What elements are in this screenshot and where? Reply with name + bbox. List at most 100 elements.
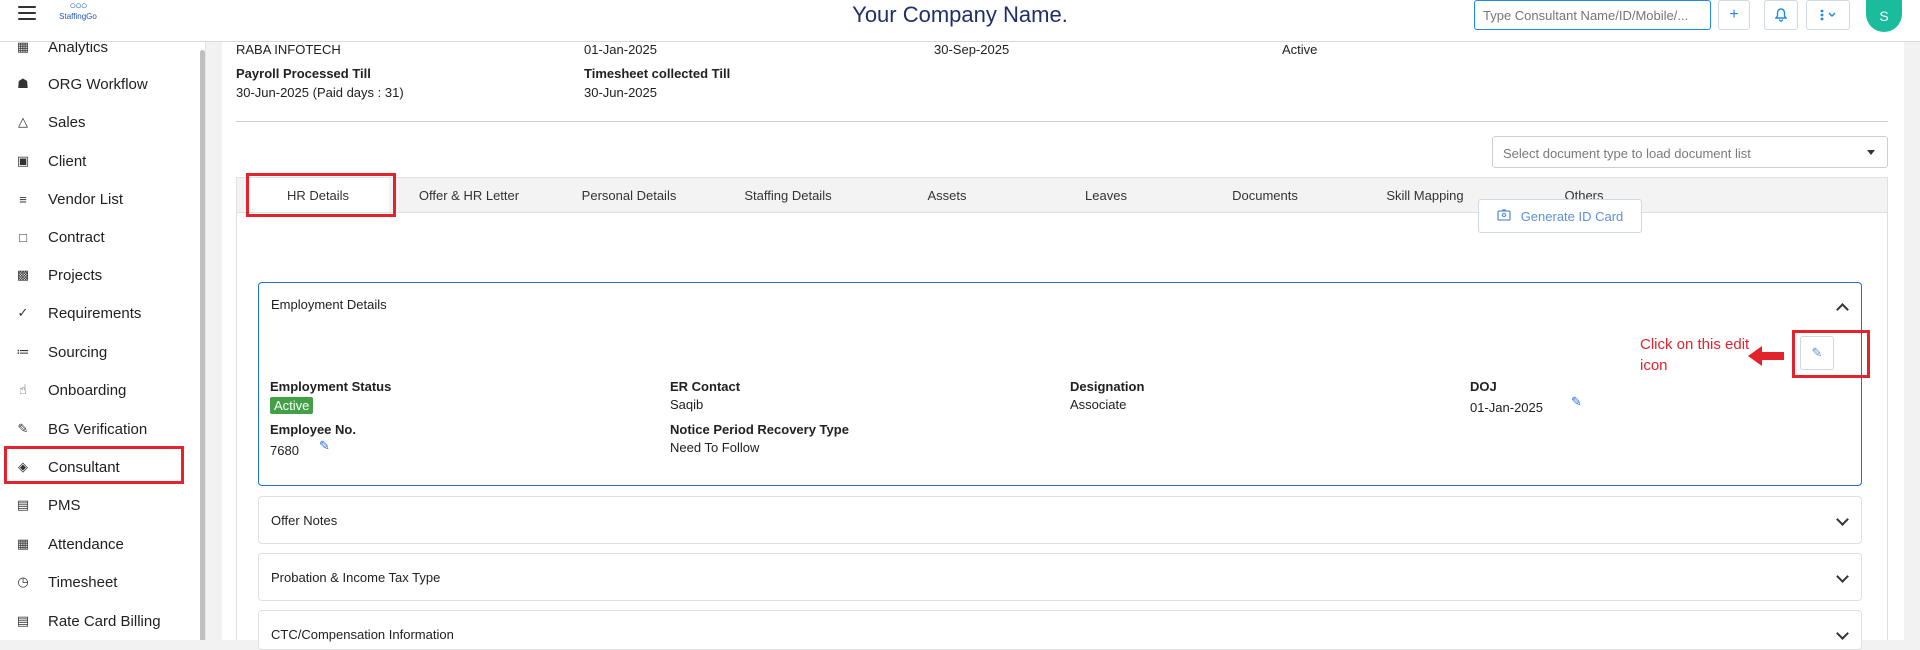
menu-icon[interactable]	[18, 6, 36, 20]
sidebar-item-label: Sales	[48, 113, 86, 131]
sidebar-item-label: BG Verification	[48, 420, 148, 438]
client-icon: ▣	[16, 153, 30, 168]
er-contact-label: ER Contact	[670, 379, 741, 394]
probation-tax-panel[interactable]: Probation & Income Tax Type	[258, 553, 1862, 601]
sidebar-item-label: Sourcing	[48, 343, 108, 361]
sidebar-item-label: Contract	[48, 228, 105, 246]
onboarding-icon: ☝	[19, 382, 27, 397]
tab-documents[interactable]: Documents	[1185, 178, 1345, 212]
sidebar-item-org-workflow[interactable]: ☗ ORG Workflow	[14, 69, 184, 99]
attendance-icon: ▦	[16, 536, 30, 551]
sales-icon: △	[18, 114, 28, 129]
sidebar-item-sales[interactable]: △ Sales	[14, 107, 184, 137]
document-type-placeholder: Select document type to load document li…	[1503, 146, 1751, 161]
sidebar-item-label: Rate Card Billing	[48, 612, 161, 630]
vendor-list-icon: ≡	[19, 191, 27, 207]
annotation-text: Click on this edit icon	[1640, 336, 1750, 374]
designation-label: Designation	[1070, 379, 1145, 394]
sidebar-item-label: Onboarding	[48, 381, 127, 399]
tab-personal-details[interactable]: Personal Details	[549, 178, 709, 212]
sidebar-item-timesheet[interactable]: ◷ Timesheet	[14, 567, 184, 597]
projects-icon: ▩	[16, 267, 30, 282]
sidebar-item-requirements[interactable]: ✓ Requirements	[14, 298, 184, 328]
sidebar-item-label: Requirements	[48, 304, 142, 322]
more-options-icon[interactable]	[1806, 0, 1850, 30]
contract-icon: □	[19, 229, 27, 245]
chevron-down-icon[interactable]	[1836, 570, 1849, 583]
chevron-down-icon[interactable]	[1836, 627, 1849, 640]
document-type-select[interactable]: Select document type to load document li…	[1492, 136, 1888, 168]
pms-icon: ▤	[16, 497, 30, 512]
workflow-icon: ☗	[17, 76, 29, 91]
chevron-up-icon[interactable]	[1836, 303, 1849, 316]
tab-offer-hr-letter[interactable]: Offer & HR Letter	[389, 178, 549, 212]
sidebar-item-label: Client	[48, 152, 87, 170]
user-avatar[interactable]: S	[1866, 0, 1902, 32]
sidebar-item-pms[interactable]: ▤ PMS	[14, 490, 184, 520]
sidebar-item-label: Vendor List	[48, 190, 124, 208]
notice-period-value: Need To Follow	[670, 440, 760, 455]
sidebar-item-projects[interactable]: ▩ Projects	[14, 260, 184, 290]
designation-value: Associate	[1070, 397, 1127, 412]
sidebar: ▦ Analytics ☗ ORG Workflow △ Sales ▣ Client …	[0, 42, 206, 640]
timesheet-icon: ◷	[17, 574, 29, 589]
payroll-label: Payroll Processed Till	[236, 66, 371, 81]
generate-id-card-button[interactable]: Generate ID Card	[1478, 199, 1642, 233]
rate-card-icon: ▤	[16, 613, 30, 628]
er-contact-value: Saqib	[670, 397, 704, 412]
logo[interactable]: ○○○ StaffingGo	[54, 0, 102, 26]
employee-no-value: 7680	[270, 443, 299, 458]
employment-details-title[interactable]: Employment Details	[271, 297, 387, 312]
sidebar-scrollbar[interactable]	[200, 50, 205, 640]
sidebar-item-contract[interactable]: □ Contract	[14, 222, 184, 252]
sourcing-icon: ≔	[16, 344, 30, 359]
edit-employee-no-icon[interactable]: ✎	[319, 438, 330, 454]
highlight-box-edit-icon	[1792, 330, 1870, 378]
analytics-icon: ▦	[16, 42, 30, 54]
ctc-compensation-panel[interactable]: CTC/Compensation Information	[258, 610, 1862, 650]
sidebar-item-analytics[interactable]: ▦ Analytics	[14, 42, 184, 62]
top-bar: ○○○ StaffingGo Your Company Name. + S	[0, 0, 1920, 42]
chevron-down-icon[interactable]	[1836, 513, 1849, 526]
timesheet-value: 30-Jun-2025	[584, 85, 657, 100]
employment-status-label: Employment Status	[270, 379, 392, 394]
highlight-box-consultant	[4, 446, 184, 484]
tab-staffing-details[interactable]: Staffing Details	[709, 178, 867, 212]
start-date: 01-Jan-2025	[584, 42, 657, 57]
sidebar-item-sourcing[interactable]: ≔ Sourcing	[14, 337, 184, 367]
notification-bell-icon[interactable]	[1764, 0, 1798, 30]
status-badge: Active	[270, 397, 314, 414]
sidebar-item-label: Analytics	[48, 42, 109, 56]
status-text: Active	[1282, 42, 1318, 57]
sidebar-item-attendance[interactable]: ▦ Attendance	[14, 529, 184, 559]
sidebar-item-label: ORG Workflow	[48, 75, 148, 93]
offer-notes-panel[interactable]: Offer Notes	[258, 496, 1862, 544]
employment-details-panel: Employment Details Employment Status Act…	[258, 282, 1862, 486]
logo-mark: ○○○	[69, 0, 88, 12]
sidebar-item-vendor-list[interactable]: ≡ Vendor List	[14, 184, 184, 214]
sidebar-item-label: Attendance	[48, 535, 124, 553]
client-name: RABA INFOTECH	[236, 42, 341, 57]
add-button[interactable]: +	[1718, 0, 1750, 30]
consultant-search-input[interactable]	[1474, 0, 1711, 30]
employee-no-label: Employee No.	[270, 422, 356, 437]
doj-label: DOJ	[1470, 379, 1497, 394]
sidebar-item-rate-card-billing[interactable]: ▤ Rate Card Billing	[14, 606, 184, 636]
sidebar-item-onboarding[interactable]: ☝ Onboarding	[14, 375, 184, 405]
sidebar-item-label: PMS	[48, 496, 81, 514]
id-card-icon	[1497, 208, 1511, 224]
tab-leaves[interactable]: Leaves	[1027, 178, 1185, 212]
offer-notes-title: Offer Notes	[271, 513, 338, 528]
highlight-box-hr-details	[246, 173, 396, 217]
sidebar-item-client[interactable]: ▣ Client	[14, 146, 184, 176]
annotation-arrow-icon	[1748, 346, 1784, 366]
divider	[236, 121, 1888, 122]
notice-period-label: Notice Period Recovery Type	[670, 422, 849, 437]
timesheet-label: Timesheet collected Till	[584, 66, 731, 81]
edit-doj-icon[interactable]: ✎	[1571, 394, 1582, 410]
sidebar-item-label: Projects	[48, 266, 103, 284]
bg-verification-icon: ✎	[17, 421, 29, 436]
end-date: 30-Sep-2025	[934, 42, 1010, 57]
tab-assets[interactable]: Assets	[867, 178, 1027, 212]
sidebar-item-bg-verification[interactable]: ✎ BG Verification	[14, 414, 184, 444]
